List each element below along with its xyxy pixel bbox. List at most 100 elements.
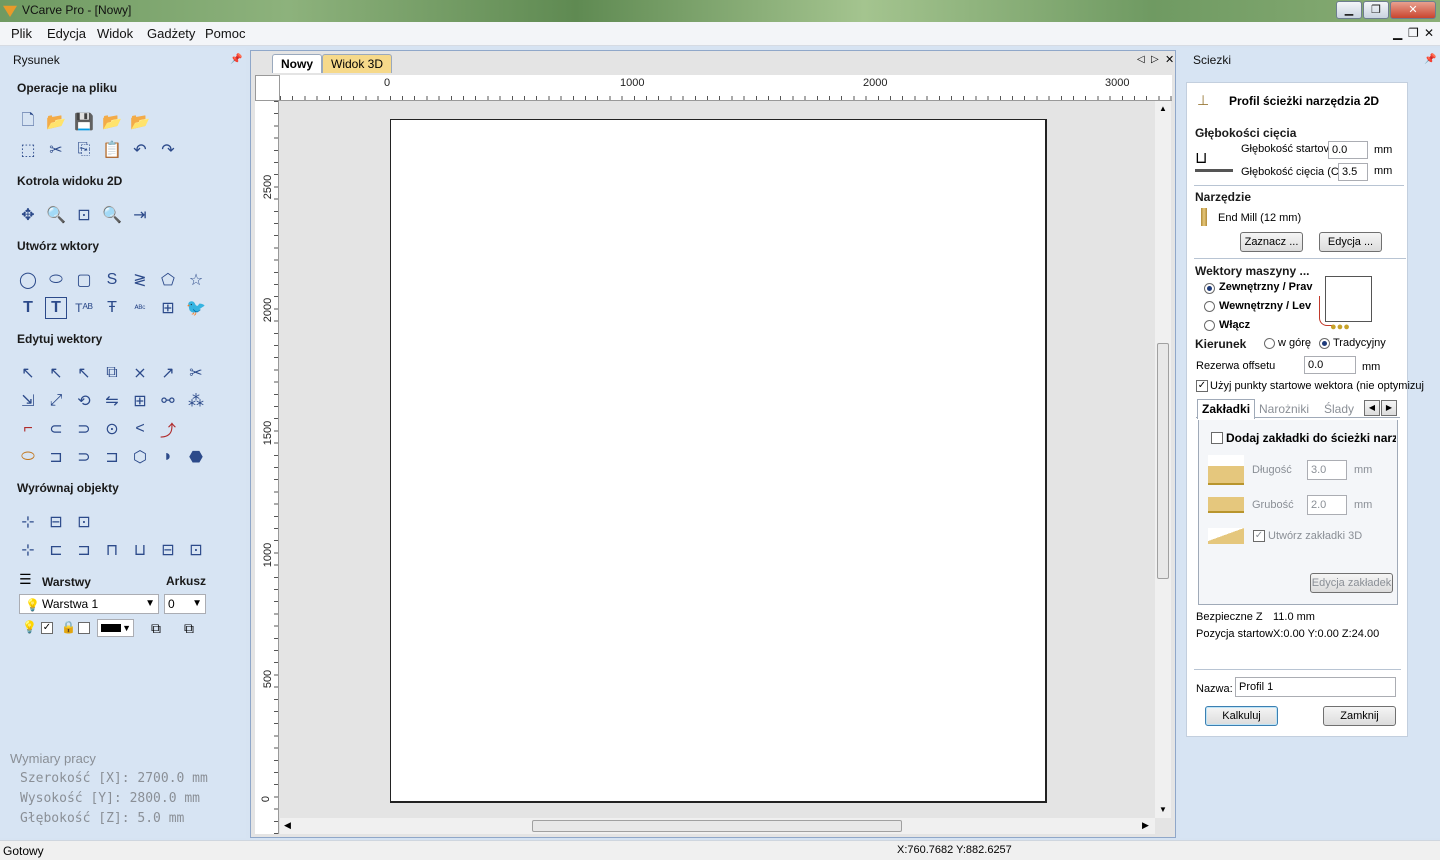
close-button[interactable]: ✕ [1390,1,1436,19]
auto-layout-text-icon[interactable]: Ŧ [101,297,123,319]
on-label[interactable]: Włącz [1219,319,1250,331]
subtab-ramps[interactable]: Ślady [1324,402,1354,416]
tab-widok-3d[interactable]: Widok 3D [322,54,393,73]
text-icon[interactable]: T [17,297,39,319]
align-bottom-icon[interactable]: ⊔ [129,539,151,561]
chamfer-icon[interactable]: < [129,418,151,440]
union-icon[interactable]: ⊂ [45,418,67,440]
offset-icon[interactable]: ⬭ [17,446,39,468]
intersect-icon[interactable]: ⊙ [101,418,123,440]
undo-icon[interactable]: ↶ [129,139,151,161]
menu-pomoc[interactable]: Pomoc [205,26,245,41]
move-icon[interactable]: ⇲ [17,390,39,412]
zoom-selection-icon[interactable]: 🔍 [101,204,123,226]
align-right-icon[interactable]: ⊐ [73,539,95,561]
scissors-icon[interactable]: ✂ [185,362,207,384]
toolpath-name-input[interactable]: Profil 1 [1235,677,1396,697]
delete-vector-icon[interactable]: ⨯ [129,362,151,384]
nest-icon[interactable]: ⬣ [185,446,207,468]
cut-icon[interactable]: ✂ [45,139,67,161]
open-file-icon[interactable]: 📂 [45,111,67,133]
smooth-icon[interactable]: ⊐ [101,446,123,468]
scroll-left-icon[interactable]: ◀ [284,820,291,831]
layer-lock-checkbox[interactable] [78,622,90,634]
mdi-minimize-icon[interactable]: ▁ [1393,26,1402,40]
align-v-icon[interactable]: ⊡ [185,539,207,561]
fillet-icon[interactable]: ⌐ [17,418,39,440]
mdi-close-icon[interactable]: ✕ [1424,26,1434,40]
rotate-icon[interactable]: ⟲ [73,390,95,412]
align-center-h-icon[interactable]: ⊟ [45,511,67,533]
offset-input[interactable]: 0.0 [1304,356,1356,374]
tab-close-icon[interactable]: ✕ [1165,53,1174,66]
tab-scroll-right-icon[interactable]: ▷ [1151,54,1159,65]
array-icon[interactable]: ⊞ [157,297,179,319]
conventional-label[interactable]: Tradycyjny [1333,337,1386,349]
inside-radio[interactable] [1204,301,1215,312]
cut-depth-input[interactable]: 3.5 [1338,163,1368,181]
thickness-input[interactable]: 2.0 [1307,495,1347,515]
edit-tool-button[interactable]: Edycja ... [1319,232,1382,252]
join-icon[interactable]: ⚯ [157,390,179,412]
node-edit-icon[interactable]: ↖ [45,362,67,384]
sheet-select[interactable]: 0 ▼ [164,594,206,614]
material-sheet[interactable] [390,119,1047,803]
view-import-icon[interactable]: ⇥ [129,204,151,226]
subtab-corners[interactable]: Narożniki [1259,402,1309,416]
zoom-fit-icon[interactable]: ⊡ [73,204,95,226]
align-h-icon[interactable]: ⊟ [157,539,179,561]
add-tabs-label[interactable]: Dodaj zakładki do ścieżki narz [1226,431,1396,445]
align-center-v-icon[interactable]: ⊡ [73,511,95,533]
close-vector-icon[interactable]: ⊃ [73,446,95,468]
import-icon[interactable]: 📂 [101,111,123,133]
pan-icon[interactable]: ✥ [17,204,39,226]
ellipse-icon[interactable]: ⬭ [45,269,67,291]
scroll-up-icon[interactable]: ▲ [1159,104,1167,113]
menu-plik[interactable]: Plik [11,26,32,41]
layer-visible-icon[interactable]: 💡 [22,620,37,634]
menu-edycja[interactable]: Edycja [47,26,86,41]
climb-label[interactable]: w górę [1278,337,1311,349]
import-bitmap-icon[interactable]: 📂 [129,111,151,133]
star-icon[interactable]: ☆ [185,269,207,291]
extend-icon[interactable]: ⤴ [157,418,179,440]
scroll-right-icon[interactable]: ▶ [1142,820,1149,831]
pin-icon[interactable]: 📌 [1424,54,1436,65]
align-left-icon[interactable]: ⊏ [45,539,67,561]
lock-icon[interactable]: 🔒 [61,620,76,634]
polyline-icon[interactable]: S [101,269,123,291]
horizontal-scrollbar[interactable]: ◀ ▶ [280,818,1155,834]
subtract-icon[interactable]: ⊃ [73,418,95,440]
new-file-icon[interactable]: 🗋 [17,111,39,133]
outside-label[interactable]: Zewnętrzny / Prav [1219,281,1319,293]
tab-scroll-left-icon[interactable]: ◁ [1137,54,1145,65]
layer-manager-icon[interactable]: ⧉ [184,620,194,637]
mdi-restore-icon[interactable]: ❐ [1408,26,1419,40]
arc-text-icon[interactable]: ᴬᴮᶜ [129,297,151,319]
align-center-icon[interactable]: ⊹ [17,511,39,533]
tab-nowy[interactable]: Nowy [272,54,323,73]
paste-icon[interactable]: 📋 [101,139,123,161]
circle-icon[interactable]: ◯ [17,269,39,291]
align-top-icon[interactable]: ⊓ [101,539,123,561]
start-depth-input[interactable]: 0.0 [1328,141,1368,159]
scale-icon[interactable]: ⤢ [45,390,67,412]
trim-icon[interactable]: ⊐ [45,446,67,468]
copy-icon[interactable]: ⎘ [73,139,95,161]
text-box-icon[interactable]: T [45,297,67,319]
scroll-down-icon[interactable]: ▼ [1159,805,1167,814]
subtab-prev-icon[interactable]: ◀ [1364,400,1380,416]
select-all-icon[interactable]: ⬚ [17,139,39,161]
save-icon[interactable]: 💾 [73,111,95,133]
align-page-center-icon[interactable]: ⊹ [17,539,39,561]
layer-visible-checkbox[interactable]: ✓ [41,622,53,634]
close-panel-button[interactable]: Zamknij [1323,706,1396,726]
menu-gadzety[interactable]: Gadżety [147,26,195,41]
measure-icon[interactable]: ↗ [157,362,179,384]
use-start-points-checkbox[interactable]: ✓ [1196,380,1208,392]
length-input[interactable]: 3.0 [1307,460,1347,480]
layer-select[interactable]: 💡 Warstwa 1 ▼ [19,594,159,614]
dogbone-icon[interactable]: ◗ [157,446,179,468]
select-tool-button[interactable]: Zaznacz ... [1240,232,1303,252]
pin-icon[interactable]: 📌 [230,54,242,65]
